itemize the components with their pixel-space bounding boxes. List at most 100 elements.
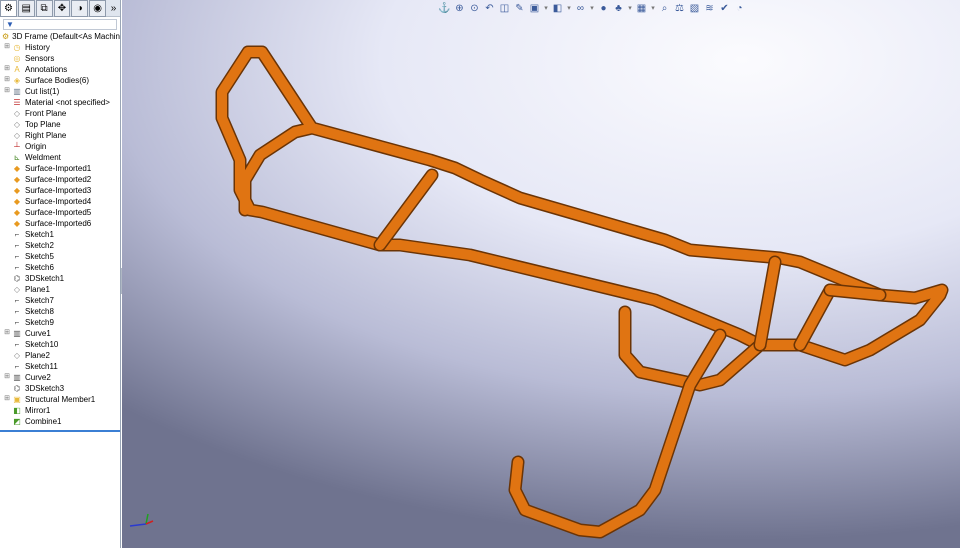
tree-item[interactable]: ◆ Surface-Imported2 xyxy=(0,174,120,185)
surface-imported-icon: ◆ xyxy=(13,197,21,206)
filter-bar[interactable]: ▼ xyxy=(3,19,117,30)
frame-tube[interactable] xyxy=(510,330,725,537)
frame-tube[interactable] xyxy=(375,170,437,250)
sketch-icon: ⌐ xyxy=(14,230,20,239)
expand-icon[interactable]: ⊞ xyxy=(3,87,11,95)
tree-item[interactable]: ◩ Combine1 xyxy=(0,416,120,427)
part-icon: ⚙ xyxy=(2,32,10,41)
display-manager-tab[interactable]: ◑ xyxy=(71,0,89,17)
tree-item[interactable]: ⌐ Sketch1 xyxy=(0,229,120,240)
weldment-icon: ⊾ xyxy=(13,153,21,162)
tree-item[interactable]: ◇ Plane1 xyxy=(0,284,120,295)
tree-item[interactable]: ┴ Origin xyxy=(0,141,120,152)
property-manager-tab[interactable]: ▤ xyxy=(17,0,35,17)
tree-item-label: Surface-Imported4 xyxy=(25,197,92,206)
tree-item[interactable]: ⌐ Sketch8 xyxy=(0,306,120,317)
tree-item[interactable]: ⌐ Sketch2 xyxy=(0,240,120,251)
tree-item-label: Sketch10 xyxy=(25,340,59,349)
expand-icon[interactable]: ⊞ xyxy=(3,65,11,73)
tree-item-label: Curve1 xyxy=(25,329,51,338)
tree-item-label: Sketch1 xyxy=(25,230,54,239)
expand-icon[interactable]: ⊞ xyxy=(3,329,11,337)
tree-item[interactable]: ◆ Surface-Imported5 xyxy=(0,207,120,218)
frame-tube-outline[interactable] xyxy=(215,45,949,367)
tree-item[interactable]: ◆ Surface-Imported3 xyxy=(0,185,120,196)
tree-item[interactable]: ⌐ Sketch6 xyxy=(0,262,120,273)
tree-item[interactable]: ⊞ ▥ Cut list(1) xyxy=(0,86,120,97)
frame-tube[interactable] xyxy=(217,47,947,365)
tree-item[interactable]: ⊾ Weldment xyxy=(0,152,120,163)
tree-item[interactable]: ⌐ Sketch5 xyxy=(0,251,120,262)
tree-item[interactable]: ◆ Surface-Imported4 xyxy=(0,196,120,207)
tree-item[interactable]: ⌬ 3DSketch1 xyxy=(0,273,120,284)
tree-item-label: Material <not specified> xyxy=(25,98,110,107)
rollback-bar[interactable] xyxy=(0,430,120,432)
tree-item[interactable]: ⊞ ▣ Structural Member1 xyxy=(0,394,120,405)
tree-item-label: 3DSketch3 xyxy=(25,384,65,393)
filter-icon[interactable]: ▼ xyxy=(6,20,14,29)
curve-icon: ▥ xyxy=(13,373,21,382)
tree-item-label: Front Plane xyxy=(25,109,67,118)
frame-tube[interactable] xyxy=(825,285,885,300)
tree-item[interactable]: ⊞ ▥ Curve1 xyxy=(0,328,120,339)
tree-item[interactable]: ⊞ ▥ Curve2 xyxy=(0,372,120,383)
dimxpert-icon: ✥ xyxy=(57,3,67,14)
expand-icon[interactable]: ⊞ xyxy=(3,76,11,84)
dimxpert-tab[interactable]: ✥ xyxy=(53,0,71,17)
tree-item[interactable]: ◇ Right Plane xyxy=(0,130,120,141)
origin-icon: ┴ xyxy=(14,142,20,151)
display-manager-icon: ◑ xyxy=(76,3,83,14)
surface-imported-icon: ◆ xyxy=(13,175,21,184)
frame-tube-outline[interactable] xyxy=(508,328,727,539)
graphics-viewport[interactable]: ⚓ ⊕ ⊙ ↶ ◫ ✎ ▣ ▾ ◧ ▾ ∞ ▾ ● ♣ ▾ ▦ ▾ ⌕ ⚖ ▧ ≋ ✔ ◔ xyxy=(122,0,960,548)
expand-icon[interactable]: ⊞ xyxy=(3,373,11,381)
tree-item[interactable]: ⌐ Sketch7 xyxy=(0,295,120,306)
tree-item-label: Sketch2 xyxy=(25,241,54,250)
configuration-manager-tab[interactable]: ⧉ xyxy=(35,0,53,17)
sketch-icon: ⌐ xyxy=(14,307,20,316)
tree-root[interactable]: ⚙ 3D Frame (Default<As Machined> xyxy=(0,31,120,42)
sketch-icon: ⌐ xyxy=(14,252,20,261)
tree-item[interactable]: ⊞ ◈ Surface Bodies(6) xyxy=(0,75,120,86)
plane-icon: ◇ xyxy=(13,285,21,294)
3d-frame-model[interactable] xyxy=(122,0,960,548)
tree-item[interactable]: ⌐ Sketch9 xyxy=(0,317,120,328)
more-tabs-button[interactable]: » xyxy=(107,0,120,16)
feature-tree: ⚙ 3D Frame (Default<As Machined> ⊞◷Histo… xyxy=(0,31,120,427)
sketch-icon: ⌐ xyxy=(14,340,20,349)
plane-icon: ◇ xyxy=(13,131,21,140)
tree-item-label: Sensors xyxy=(25,54,55,63)
tree-item[interactable]: ⊞ A Annotations xyxy=(0,64,120,75)
expand-icon[interactable]: ⊞ xyxy=(3,43,11,51)
tree-item[interactable]: ⌐ Sketch10 xyxy=(0,339,120,350)
tree-item[interactable]: ◆ Surface-Imported6 xyxy=(0,218,120,229)
frame-tube[interactable] xyxy=(795,285,835,350)
tree-item[interactable]: ◇ Plane2 xyxy=(0,350,120,361)
tree-item-label: Top Plane xyxy=(25,120,61,129)
tree-item-label: Plane2 xyxy=(25,351,50,360)
tree-item[interactable]: ⌐ Sketch11 xyxy=(0,361,120,372)
tree-item[interactable]: ◆ Surface-Imported1 xyxy=(0,163,120,174)
tree-item-label: Curve2 xyxy=(25,373,51,382)
tree-item[interactable]: ◎ Sensors xyxy=(0,53,120,64)
expand-icon[interactable]: ⊞ xyxy=(3,395,11,403)
photoview-tab[interactable]: ◉ xyxy=(89,0,107,17)
tree-item[interactable]: ☰ Material <not specified> xyxy=(0,97,120,108)
3d-sketch-icon: ⌬ xyxy=(13,274,21,283)
tree-item-label: Sketch5 xyxy=(25,252,54,261)
tree-item[interactable]: ⌬ 3DSketch3 xyxy=(0,383,120,394)
tree-item[interactable]: ⊞ ◷ History xyxy=(0,42,120,53)
tree-item[interactable]: ◇ Front Plane xyxy=(0,108,120,119)
tree-item-label: Right Plane xyxy=(25,131,67,140)
feature-manager-tab[interactable]: ⚙ xyxy=(0,0,17,17)
tree-item-label: Sketch11 xyxy=(25,362,58,371)
tree-item[interactable]: ◧ Mirror1 xyxy=(0,405,120,416)
tree-item[interactable]: ◇ Top Plane xyxy=(0,119,120,130)
